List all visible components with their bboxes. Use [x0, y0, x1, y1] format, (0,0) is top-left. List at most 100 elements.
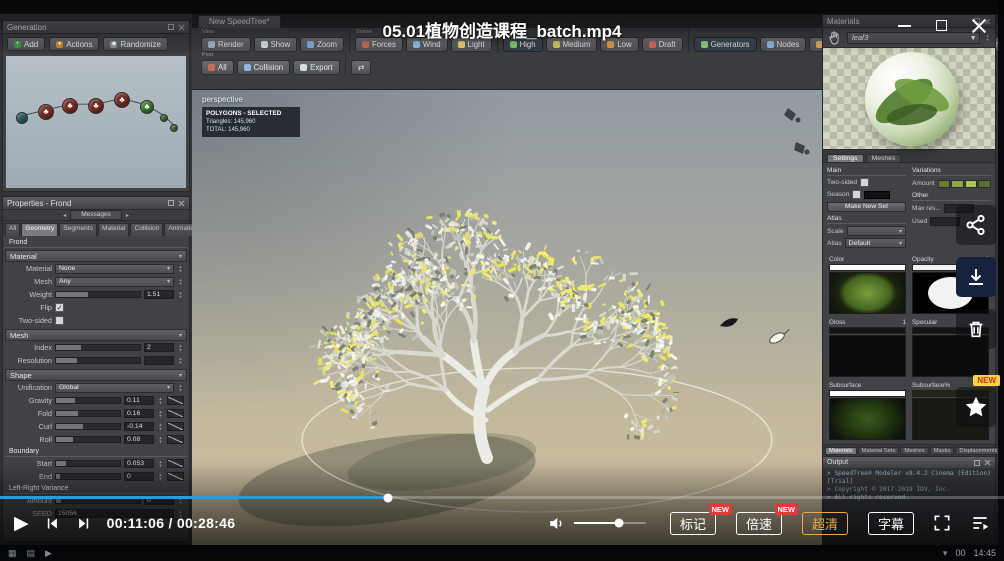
stepper[interactable]: ▲▼ — [157, 436, 164, 444]
close-panel-icon[interactable] — [178, 200, 185, 207]
maximize-button[interactable] — [934, 18, 949, 33]
volume-handle[interactable] — [614, 519, 623, 528]
taskbar-app-icon[interactable]: ▶ — [45, 549, 52, 558]
generator-node[interactable] — [170, 124, 178, 132]
variation-swatch[interactable] — [978, 180, 991, 188]
toolbar-button-swap[interactable]: ⇄ — [351, 60, 372, 75]
atlas-dropdown[interactable]: Default▾ — [845, 238, 906, 248]
properties-tab[interactable]: Material — [98, 223, 129, 236]
toolbar-button-all[interactable]: All — [201, 60, 234, 75]
properties-tab[interactable]: Collision — [130, 223, 163, 236]
node-graph[interactable]: ♣ ♣ ♣ ♣ ♣ — [6, 56, 186, 188]
curve-editor[interactable] — [167, 409, 184, 418]
close-panel-icon[interactable] — [984, 459, 991, 466]
favorite-button[interactable]: NEW — [956, 387, 996, 427]
map-thumbnail[interactable] — [829, 335, 906, 377]
slider-fold[interactable] — [55, 410, 121, 417]
playlist-button[interactable] — [970, 513, 990, 533]
viewport-3d[interactable]: perspective POLYGONS - SELECTED Triangle… — [192, 90, 822, 545]
map-thumbnail[interactable] — [829, 398, 906, 440]
value-roll[interactable]: 0.08 — [124, 435, 154, 444]
value-end[interactable]: 0 — [124, 472, 154, 481]
seek-bar[interactable] — [0, 496, 1004, 499]
curve-editor[interactable] — [167, 459, 184, 468]
curve-editor[interactable] — [167, 422, 184, 431]
volume-slider[interactable] — [574, 522, 646, 524]
value-curl[interactable]: -0.14 — [124, 422, 154, 431]
minimize-button[interactable] — [897, 18, 912, 33]
value-start[interactable]: 0.053 — [124, 459, 154, 468]
material-preview-sphere[interactable] — [865, 52, 959, 146]
properties-tab[interactable]: All — [5, 223, 20, 236]
curve-editor[interactable] — [167, 472, 184, 481]
stepper[interactable]: ▲▼ — [157, 397, 164, 405]
curve-editor[interactable] — [167, 396, 184, 405]
delete-button[interactable] — [956, 309, 996, 349]
slider-weight[interactable] — [55, 291, 141, 298]
stepper[interactable]: ▲▼ — [177, 344, 184, 352]
fullscreen-button[interactable] — [932, 513, 952, 533]
taskbar-app-icon[interactable]: ▦ — [8, 549, 17, 558]
section-header-shape[interactable]: Shape▾ — [5, 369, 187, 381]
variation-swatch[interactable] — [965, 180, 978, 188]
stepper[interactable]: ▲▼ — [177, 265, 184, 273]
value-index[interactable]: 2 — [144, 343, 174, 352]
close-button[interactable] — [971, 18, 986, 33]
stepper[interactable]: ▲▼ — [157, 460, 164, 468]
stepper[interactable]: ▲▼ — [157, 410, 164, 418]
generator-node[interactable]: ♣ — [114, 92, 130, 108]
value-weight[interactable]: 1.51 — [144, 290, 174, 299]
variation-swatch[interactable] — [938, 180, 951, 188]
status-icon[interactable]: ▾ — [943, 549, 948, 558]
map-thumbnail[interactable] — [829, 272, 906, 314]
asset-tab[interactable]: Masks — [930, 447, 955, 455]
taskbar-app-icon[interactable]: ▤ — [27, 549, 36, 558]
previous-button[interactable] — [45, 516, 60, 531]
float-panel-icon[interactable] — [974, 460, 980, 466]
player-option-button[interactable]: 字幕 — [868, 512, 914, 535]
arrow-left-icon[interactable]: ◂ — [63, 212, 66, 219]
properties-tab[interactable]: Segments — [59, 223, 97, 236]
materials-tab[interactable]: Meshes — [866, 154, 902, 162]
float-panel-icon[interactable] — [168, 200, 174, 206]
dropdown-mesh[interactable]: Any▾ — [55, 277, 174, 287]
camera-label[interactable]: perspective — [202, 95, 243, 104]
dropdown-unification[interactable]: Global▾ — [55, 383, 174, 393]
messages-toggle[interactable]: Messages — [70, 210, 122, 220]
slider-index[interactable] — [55, 344, 141, 351]
toolbar-button-collision[interactable]: Collision — [237, 60, 290, 75]
stepper[interactable]: ▲▼ — [177, 291, 184, 299]
share-button[interactable] — [956, 205, 996, 245]
volume-control[interactable] — [547, 514, 646, 533]
asset-tab[interactable]: Material Sets — [858, 447, 900, 455]
player-option-button[interactable]: 超清 — [802, 512, 848, 535]
generator-node[interactable] — [16, 112, 28, 124]
value-gravity[interactable]: 0.11 — [124, 396, 154, 405]
materials-tab[interactable]: Settings — [827, 154, 864, 162]
player-option-button[interactable]: 标记 NEW — [670, 512, 716, 535]
value-resolution[interactable] — [144, 356, 174, 365]
stepper[interactable]: ▲▼ — [177, 384, 184, 392]
speaker-icon[interactable] — [547, 514, 566, 533]
map-swatch[interactable] — [829, 327, 906, 334]
generator-node[interactable] — [160, 114, 168, 122]
curve-editor[interactable] — [167, 435, 184, 444]
scale-dropdown[interactable]: ▾ — [847, 226, 907, 236]
stepper[interactable]: ▲▼ — [157, 423, 164, 431]
slider-curl[interactable] — [55, 423, 121, 430]
asset-tab[interactable]: Meshes — [900, 447, 928, 455]
value-fold[interactable]: 0.16 — [124, 409, 154, 418]
variation-swatch[interactable] — [951, 180, 964, 188]
slider-end[interactable] — [55, 473, 121, 480]
generator-node[interactable]: ♣ — [62, 98, 78, 114]
slider-roll[interactable] — [55, 436, 121, 443]
season-field[interactable] — [864, 191, 890, 199]
stepper[interactable]: ▲▼ — [177, 357, 184, 365]
slider-resolution[interactable] — [55, 357, 141, 364]
stepper[interactable]: ▲▼ — [157, 473, 164, 481]
download-button[interactable] — [956, 257, 996, 297]
asset-tab[interactable]: Displacements — [955, 447, 1001, 455]
arrow-right-icon[interactable]: ▸ — [126, 212, 129, 219]
play-button[interactable]: ▶ — [14, 514, 29, 533]
properties-tab[interactable]: Geometry — [21, 223, 58, 236]
